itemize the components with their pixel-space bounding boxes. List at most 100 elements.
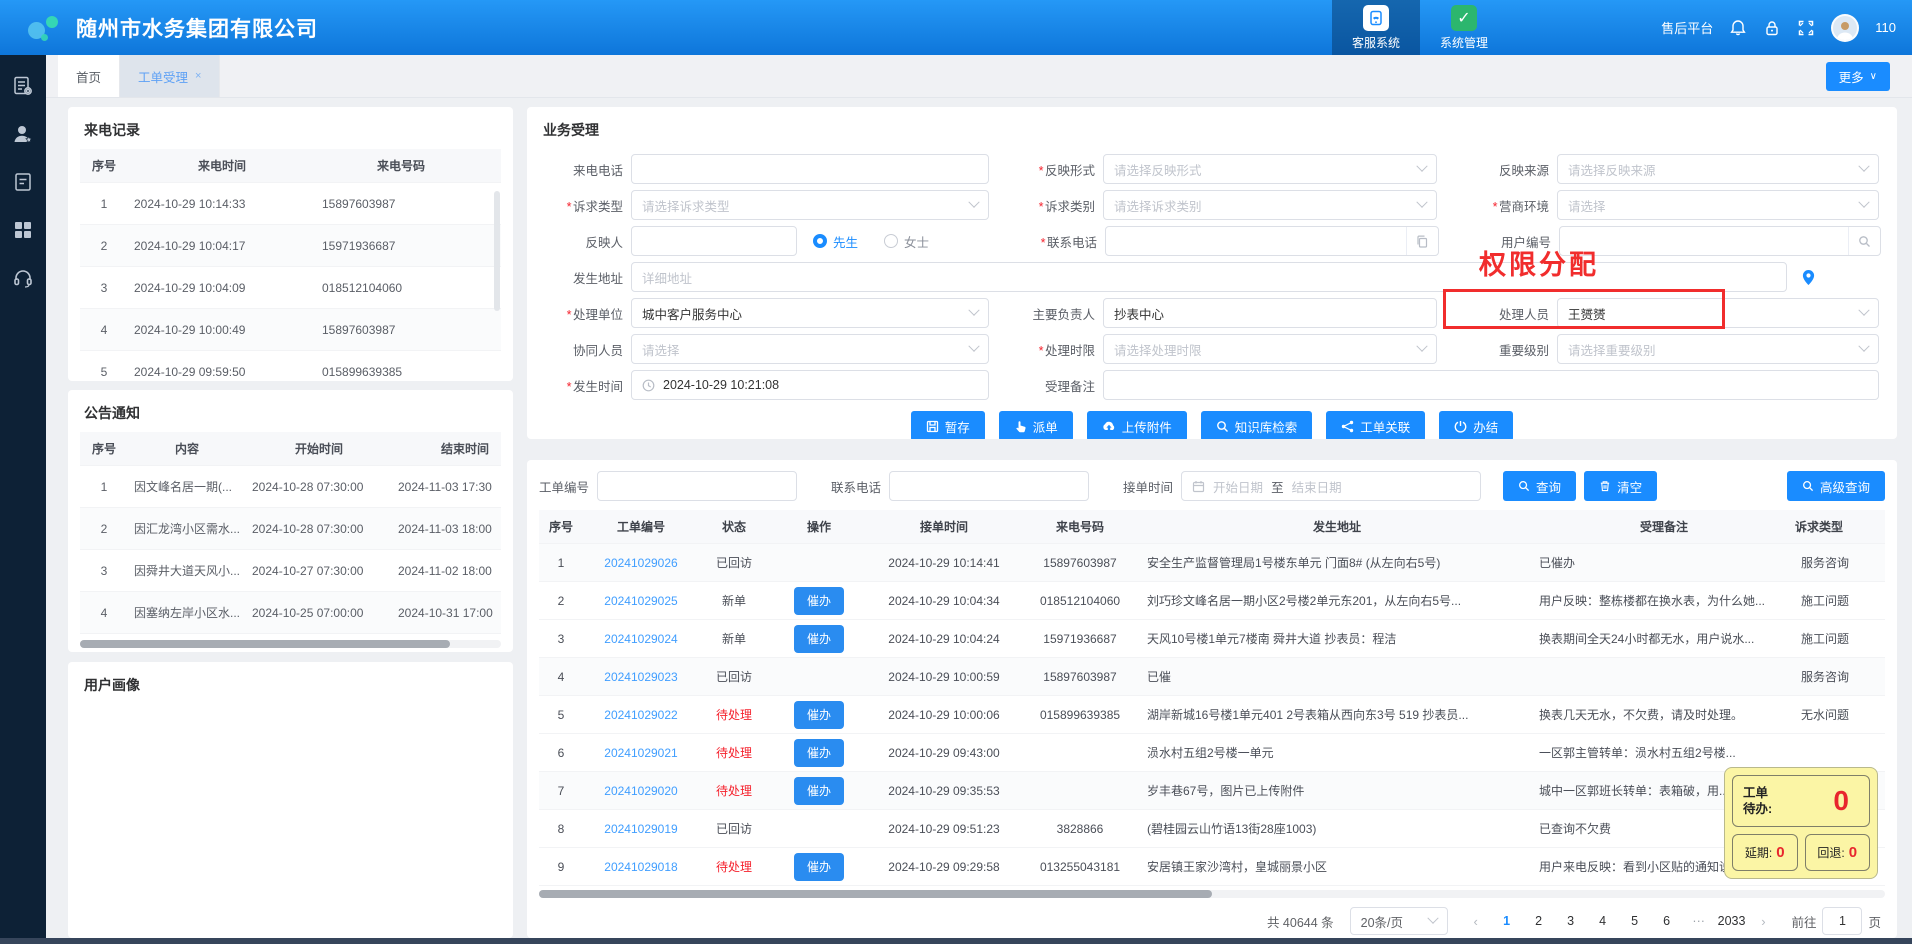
order-number-link[interactable]: 20241029018 (583, 860, 699, 874)
order-row[interactable]: 7 20241029020 待处理 催办 2024-10-29 09:35:53… (539, 772, 1885, 810)
orders-horizontal-scrollbar[interactable] (539, 890, 1885, 898)
fullscreen-icon[interactable] (1797, 19, 1815, 37)
prev-page-button[interactable]: ‹ (1464, 914, 1488, 929)
kb-search-button[interactable]: 知识库检索 (1201, 411, 1313, 439)
order-row[interactable]: 9 20241029018 待处理 催办 2024-10-29 09:29:58… (539, 848, 1885, 886)
user-avatar[interactable] (1831, 14, 1859, 42)
document-icon[interactable] (12, 171, 34, 193)
order-number-link[interactable]: 20241029020 (583, 784, 699, 798)
goto-page-input[interactable]: 1 (1822, 907, 1862, 935)
radio-female[interactable] (884, 234, 898, 248)
appeal-category-select[interactable]: 请选择诉求类别 (1103, 190, 1437, 220)
user-star-icon[interactable] (12, 123, 34, 145)
notice-row[interactable]: 4 因塞纳左岸小区水... 2024-10-25 07:00:00 2024-1… (80, 592, 501, 634)
order-number-link[interactable]: 20241029023 (583, 670, 699, 684)
order-number-link[interactable]: 20241029026 (583, 556, 699, 570)
date-range-input[interactable]: 开始日期 至 结束日期 (1181, 471, 1481, 501)
radio-male-label[interactable]: 先生 (833, 232, 858, 251)
radio-female-label[interactable]: 女士 (904, 232, 929, 251)
urge-button[interactable]: 催办 (794, 625, 844, 653)
urge-button[interactable]: 催办 (794, 739, 844, 767)
appeal-type-select[interactable]: 请选择诉求类型 (631, 190, 989, 220)
urge-button[interactable]: 催办 (794, 853, 844, 881)
urge-button[interactable]: 催办 (794, 777, 844, 805)
reflect-form-select[interactable]: 请选择反映形式 (1103, 154, 1437, 184)
handler-select[interactable]: 王赟赟 (1557, 298, 1879, 328)
page-number[interactable]: 2 (1526, 908, 1552, 934)
order-number-link[interactable]: 20241029022 (583, 708, 699, 722)
radio-male[interactable] (813, 234, 827, 248)
save-draft-button[interactable]: 暂存 (911, 411, 985, 439)
urge-button[interactable]: 催办 (794, 701, 844, 729)
order-row[interactable]: 3 20241029024 新单 催办 2024-10-29 10:04:24 … (539, 620, 1885, 658)
biz-env-select[interactable]: 请选择 (1557, 190, 1879, 220)
dispatch-button[interactable]: 派单 (999, 411, 1073, 439)
reflect-person-input[interactable] (631, 226, 797, 256)
handle-unit-select[interactable]: 城中客户服务中心 (631, 298, 989, 328)
call-phone-input[interactable] (631, 154, 989, 184)
urge-button[interactable]: 催办 (794, 587, 844, 615)
advanced-search-button[interactable]: 高级查询 (1787, 471, 1885, 501)
notice-row[interactable]: 2 因汇龙湾小区需水... 2024-10-28 07:30:00 2024-1… (80, 508, 501, 550)
page-number[interactable]: ··· (1686, 908, 1712, 934)
reflect-source-select[interactable]: 请选择反映来源 (1557, 154, 1879, 184)
lock-icon[interactable] (1763, 19, 1781, 37)
order-row[interactable]: 4 20241029023 已回访 2024-10-29 10:00:59 15… (539, 658, 1885, 696)
page-number[interactable]: 3 (1558, 908, 1584, 934)
order-row[interactable]: 2 20241029025 新单 催办 2024-10-29 10:04:34 … (539, 582, 1885, 620)
address-input[interactable]: 详细地址 (631, 262, 1787, 292)
page-number[interactable]: 6 (1654, 908, 1680, 934)
order-no-input[interactable] (597, 471, 797, 501)
order-number-link[interactable]: 20241029019 (583, 822, 699, 836)
more-button[interactable]: 更多 ∨ (1826, 62, 1890, 91)
call-record-row[interactable]: 1 2024-10-29 10:14:33 15897603987 (80, 183, 501, 225)
search-icon[interactable] (1848, 227, 1880, 255)
call-record-row[interactable]: 3 2024-10-29 10:04:09 018512104060 (80, 267, 501, 309)
main-person-input[interactable]: 抄表中心 (1103, 298, 1437, 328)
call-record-row[interactable]: 5 2024-10-29 09:59:50 015899639385 (80, 351, 501, 381)
tab-home[interactable]: 首页 (58, 55, 120, 97)
app-tab-system-admin[interactable]: ✓ 系统管理 (1420, 0, 1508, 55)
after-sales-platform-link[interactable]: 售后平台 (1661, 18, 1713, 37)
handle-limit-select[interactable]: 请选择处理时限 (1103, 334, 1437, 364)
page-number[interactable]: 4 (1590, 908, 1616, 934)
user-no-input[interactable] (1559, 226, 1881, 256)
page-size-select[interactable]: 20条/页 (1350, 907, 1448, 935)
contact-phone-input[interactable] (1105, 226, 1439, 256)
upload-attachment-button[interactable]: 上传附件 (1087, 411, 1187, 439)
page-number[interactable]: 5 (1622, 908, 1648, 934)
clear-button[interactable]: 清空 (1584, 471, 1657, 501)
order-number-link[interactable]: 20241029025 (583, 594, 699, 608)
order-row[interactable]: 8 20241029019 已回访 2024-10-29 09:51:23 38… (539, 810, 1885, 848)
horizontal-scrollbar[interactable] (80, 640, 501, 648)
phone-filter-input[interactable] (889, 471, 1089, 501)
app-tab-customer-service[interactable]: 客服系统 (1332, 0, 1420, 55)
order-row[interactable]: 1 20241029026 已回访 2024-10-29 10:14:41 15… (539, 544, 1885, 582)
co-person-select[interactable]: 请选择 (631, 334, 989, 364)
order-row[interactable]: 5 20241029022 待处理 催办 2024-10-29 10:00:06… (539, 696, 1885, 734)
search-button[interactable]: 查询 (1503, 471, 1576, 501)
importance-select[interactable]: 请选择重要级别 (1557, 334, 1879, 364)
remark-input[interactable] (1103, 370, 1879, 400)
close-tab-icon[interactable]: × (195, 70, 201, 82)
order-number-link[interactable]: 20241029024 (583, 632, 699, 646)
headset-icon[interactable] (12, 267, 34, 289)
scrollbar-thumb[interactable] (539, 890, 1212, 898)
copy-icon[interactable] (1406, 227, 1438, 255)
page-number[interactable]: 2033 (1718, 908, 1746, 934)
link-order-button[interactable]: 工单关联 (1326, 411, 1425, 439)
next-page-button[interactable]: › (1751, 914, 1775, 929)
occur-time-input[interactable]: 2024-10-29 10:21:08 (631, 370, 989, 400)
scrollbar-thumb[interactable] (80, 640, 450, 648)
bell-icon[interactable] (1729, 19, 1747, 37)
notice-row[interactable]: 1 因文峰名居一期(... 2024-10-28 07:30:00 2024-1… (80, 466, 501, 508)
order-number-link[interactable]: 20241029021 (583, 746, 699, 760)
page-number[interactable]: 1 (1494, 908, 1520, 934)
order-settings-icon[interactable] (12, 75, 34, 97)
notice-row[interactable]: 3 因舜井大道天风小... 2024-10-27 07:30:00 2024-1… (80, 550, 501, 592)
finish-button[interactable]: 办结 (1439, 411, 1513, 439)
location-pin-icon[interactable] (1801, 269, 1816, 286)
tab-work-order[interactable]: 工单受理 × (120, 55, 220, 97)
call-record-row[interactable]: 4 2024-10-29 10:00:49 15897603987 (80, 309, 501, 351)
grid-icon[interactable] (12, 219, 34, 241)
